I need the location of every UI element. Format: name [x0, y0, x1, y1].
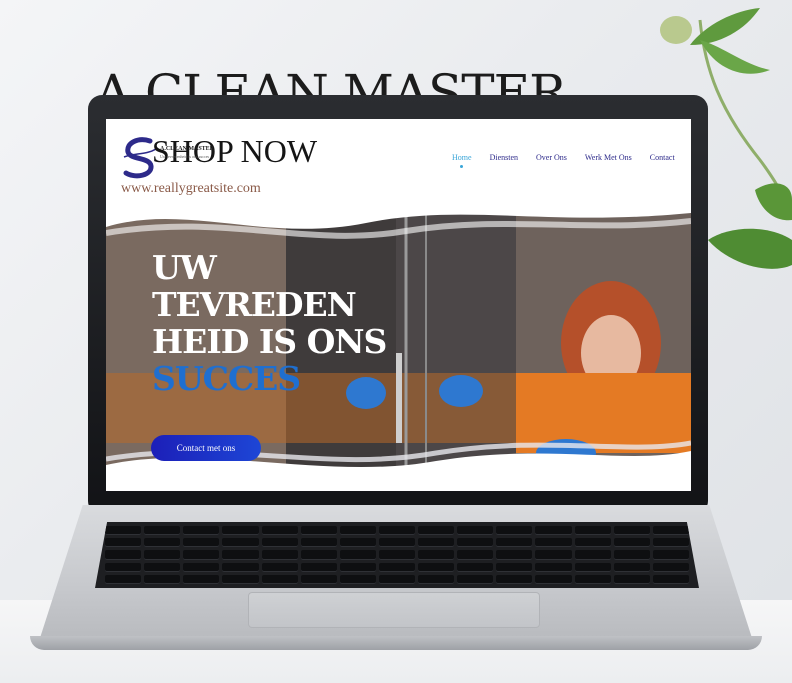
hero-title-line1: UW	[152, 248, 217, 287]
laptop-keyboard	[95, 522, 699, 588]
logo-tagline: A.CLEAN MASTER	[160, 146, 215, 152]
site-url[interactable]: www.reallygreatsite.com	[121, 181, 261, 197]
laptop-base-edge	[30, 636, 762, 650]
site-logo[interactable]: SHOP NOW A.CLEAN MASTER Uw tevredenheid …	[120, 133, 320, 180]
hero-title: UW TEVREDEN HEID IS ONS SUCCES	[152, 248, 387, 398]
laptop-screen: SHOP NOW A.CLEAN MASTER Uw tevredenheid …	[106, 119, 691, 491]
nav-item-over-ons[interactable]: Over Ons	[536, 153, 567, 162]
laptop-trackpad	[248, 592, 540, 628]
hero-title-line3: HEID IS ONS	[152, 322, 387, 361]
contact-button[interactable]: Contact met ons	[151, 435, 261, 461]
hero-section: UW TEVREDEN HEID IS ONS SUCCES Contact m…	[106, 203, 691, 491]
hero-title-line2: TEVREDEN	[152, 285, 357, 324]
main-nav: Home Diensten Over Ons Werk Met Ons Cont…	[452, 153, 691, 168]
nav-item-werk-met-ons[interactable]: Werk Met Ons	[585, 153, 632, 162]
logo-subtagline: Uw tevredenheid is ons succes	[160, 154, 210, 159]
nav-item-home[interactable]: Home	[452, 153, 472, 168]
nav-item-contact[interactable]: Contact	[650, 153, 675, 162]
nav-item-diensten[interactable]: Diensten	[490, 153, 518, 162]
hero-title-accent: SUCCES	[152, 359, 301, 398]
key-grid	[105, 526, 689, 584]
